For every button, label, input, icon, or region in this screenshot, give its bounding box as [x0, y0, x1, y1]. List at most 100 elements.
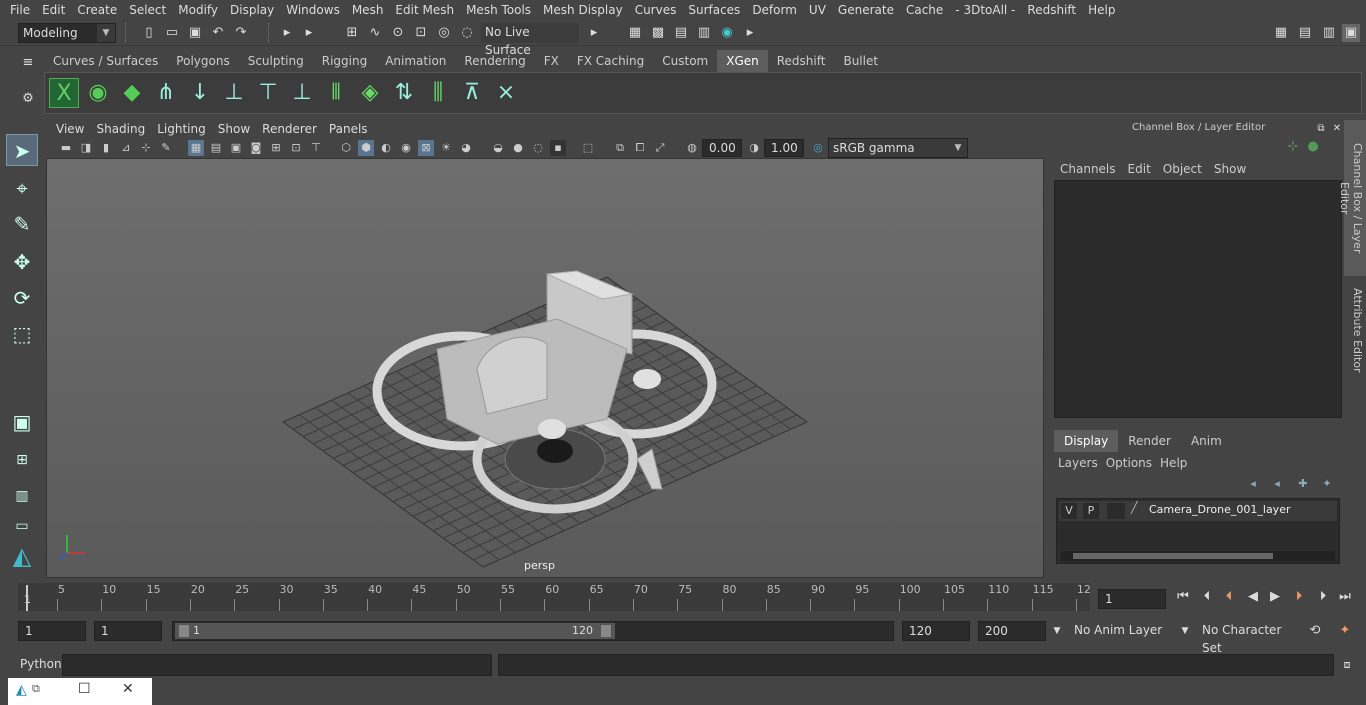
layer-tab-anim[interactable]: Anim — [1181, 430, 1232, 452]
channel-menu-channels[interactable]: Channels — [1054, 162, 1122, 176]
menu-set-arrow-icon[interactable]: ▸ — [278, 24, 296, 42]
render-frame-icon[interactable]: ▩ — [649, 24, 667, 42]
gear-icon[interactable]: ⚙ — [19, 90, 37, 108]
gamma-field[interactable]: 1.00 — [764, 139, 804, 157]
depth-of-field-icon[interactable]: ◌ — [530, 140, 546, 156]
layer-tab-render[interactable]: Render — [1118, 430, 1181, 452]
layer-name[interactable]: Camera_Drone_001_layer — [1149, 503, 1290, 516]
manipulator-icon[interactable]: ⊹ — [1284, 138, 1302, 156]
shelf-tab-bullet[interactable]: Bullet — [834, 50, 887, 72]
auto-key-icon[interactable]: ⟲ — [1306, 622, 1324, 640]
backface-icon[interactable]: ⤢ — [652, 140, 668, 156]
range-handle-left[interactable] — [179, 625, 189, 637]
scroll-thumb[interactable] — [1073, 553, 1273, 559]
shelf-tab-sculpting[interactable]: Sculpting — [239, 50, 313, 72]
close-icon[interactable]: ✕ — [122, 681, 134, 697]
default-lighting-icon[interactable]: ⊠ — [418, 140, 434, 156]
step-back-frame-icon[interactable]: ⏴ — [1220, 588, 1238, 606]
perspective-viewport[interactable]: persp — [46, 158, 1044, 578]
anim-layer-select[interactable]: No Anim Layer — [1068, 621, 1174, 641]
menu-item-help[interactable]: Help — [1082, 0, 1121, 20]
live-surface-field[interactable]: No Live Surface — [481, 23, 579, 57]
xgen-lock-icon[interactable]: ⊥ — [287, 78, 317, 108]
render-view-icon[interactable]: ▥ — [695, 24, 713, 42]
image-plane-icon[interactable]: ⊿ — [118, 140, 134, 156]
expand-arrow-icon[interactable]: ▸ — [585, 24, 603, 42]
new-layer-icon[interactable]: ✚ — [1294, 475, 1312, 493]
textured-icon[interactable]: ◉ — [398, 140, 414, 156]
film-gate-icon[interactable]: ▤ — [208, 140, 224, 156]
play-backward-icon[interactable]: ◀ — [1244, 588, 1262, 606]
shelf-tab-custom[interactable]: Custom — [653, 50, 717, 72]
menu-item-create[interactable]: Create — [71, 0, 123, 20]
menu-item-edit[interactable]: Edit — [36, 0, 71, 20]
move-layer-up-icon[interactable]: ◂ — [1244, 475, 1262, 493]
xgen-cut-icon[interactable]: ⨯ — [491, 78, 521, 108]
expand-arrow-icon[interactable]: ▸ — [741, 24, 759, 42]
maximize-icon[interactable]: ☐ — [78, 681, 91, 697]
resolution-gate-icon[interactable]: ▣ — [228, 140, 244, 156]
menu-item-mesh-display[interactable]: Mesh Display — [537, 0, 629, 20]
step-back-key-icon[interactable]: ⏴ — [1198, 588, 1216, 606]
chevron-down-icon[interactable]: ▼ — [1176, 622, 1194, 640]
minimized-window[interactable]: ◭ ⧉ ☐ ✕ — [8, 678, 152, 705]
snap-live-icon[interactable]: ◌ — [458, 24, 476, 42]
chevron-down-icon[interactable]: ▼ — [1048, 622, 1066, 640]
xray-icon[interactable]: ⬚ — [580, 140, 596, 156]
workspace-icon[interactable]: ▦ — [1272, 24, 1290, 42]
attribute-editor-toggle-icon[interactable]: ▣ — [1342, 24, 1360, 42]
scale-tool-icon[interactable]: ⬚ — [6, 318, 38, 350]
range-slider-bar[interactable]: 1 120 — [175, 623, 615, 639]
layer-color[interactable] — [1107, 503, 1125, 519]
grid-toggle-icon[interactable]: ▦ — [188, 140, 204, 156]
render-settings-icon[interactable]: ▦ — [626, 24, 644, 42]
menu-item-edit-mesh[interactable]: Edit Mesh — [389, 0, 460, 20]
xgen-flat-icon[interactable]: ⊼ — [457, 78, 487, 108]
step-forward-frame-icon[interactable]: ⏵ — [1290, 588, 1308, 606]
lasso-tool-icon[interactable]: ⌖ — [6, 172, 38, 204]
shelf-tab-redshift[interactable]: Redshift — [768, 50, 835, 72]
color-space-select[interactable]: sRGB gamma ▼ — [828, 138, 968, 158]
menu-item-mesh[interactable]: Mesh — [346, 0, 390, 20]
camera-attr-icon[interactable]: ◨ — [78, 140, 94, 156]
playhead[interactable] — [26, 585, 28, 611]
layer-menu-options[interactable]: Options — [1106, 456, 1160, 470]
viewport-menu-show[interactable]: Show — [212, 120, 256, 138]
menu-item-windows[interactable]: Windows — [280, 0, 346, 20]
menu-item--3dtoall-[interactable]: - 3DtoAll - — [949, 0, 1021, 20]
xgen-select-guide-icon[interactable]: ⊤ — [253, 78, 283, 108]
viewport-menu-panels[interactable]: Panels — [323, 120, 374, 138]
outliner-layout-icon[interactable]: ▥ — [6, 480, 38, 512]
playback-start-field[interactable]: 1 — [94, 621, 162, 641]
shelf-tab-xgen[interactable]: XGen — [717, 50, 768, 72]
shelf-menu-icon[interactable]: ≡ — [19, 54, 37, 72]
layer-menu-layers[interactable]: Layers — [1058, 456, 1106, 470]
xgen-sculpt-icon[interactable]: ⇅ — [389, 78, 419, 108]
save-scene-icon[interactable]: ▣ — [186, 24, 204, 42]
restore-icon[interactable]: ⧉ — [32, 682, 40, 696]
rotate-tool-icon[interactable]: ⟳ — [6, 282, 38, 314]
snap-curve-icon[interactable]: ∿ — [366, 24, 384, 42]
layer-scrollbar[interactable] — [1061, 551, 1335, 561]
range-slider[interactable]: 1 120 — [172, 621, 894, 641]
character-set-select[interactable]: No Character Set — [1196, 621, 1296, 655]
shadows-icon[interactable]: ☀ — [438, 140, 454, 156]
xgen-grid-icon[interactable]: ◈ — [355, 78, 385, 108]
xgen-comb-icon[interactable]: ⫴ — [321, 78, 351, 108]
snap-surface-icon[interactable]: ◎ — [435, 24, 453, 42]
layer-tab-display[interactable]: Display — [1054, 430, 1119, 452]
viewport-menu-lighting[interactable]: Lighting — [151, 120, 212, 138]
menu-item-display[interactable]: Display — [224, 0, 280, 20]
preferences-icon[interactable]: ✦ — [1336, 622, 1354, 640]
play-forward-icon[interactable]: ▶ — [1266, 588, 1284, 606]
gate-mask-icon[interactable]: ◙ — [248, 140, 264, 156]
safe-title-icon[interactable]: ⊤ — [308, 140, 324, 156]
viewport-menu-shading[interactable]: Shading — [90, 120, 151, 138]
scene-start-field[interactable]: 1 — [18, 621, 86, 641]
grease-pencil-icon[interactable]: ✎ — [158, 140, 174, 156]
channel-menu-edit[interactable]: Edit — [1122, 162, 1157, 176]
layer-menu-help[interactable]: Help — [1160, 456, 1195, 470]
safe-action-icon[interactable]: ⊡ — [288, 140, 304, 156]
menu-item-surfaces[interactable]: Surfaces — [682, 0, 746, 20]
channel-menu-show[interactable]: Show — [1208, 162, 1252, 176]
